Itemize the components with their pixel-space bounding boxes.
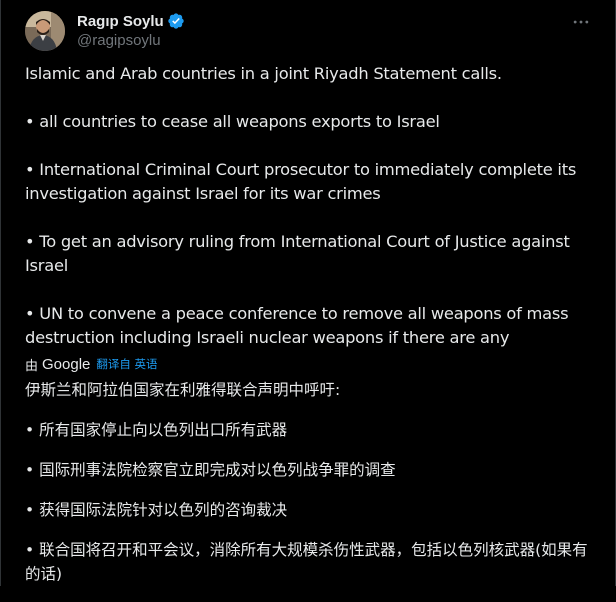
more-horizontal-icon[interactable] <box>569 10 593 34</box>
author-name-row[interactable]: Ragıp Soylu <box>77 11 185 31</box>
author-handle[interactable]: @ragipsoylu <box>77 32 161 49</box>
translated-paragraph: • 联合国将召开和平会议，消除所有大规模杀伤性武器，包括以色列核武器(如果有的话… <box>25 541 588 583</box>
tweet-paragraph: • International Criminal Court prosecuto… <box>25 160 577 203</box>
author-display-name[interactable]: Ragıp Soylu <box>77 13 164 30</box>
translated-paragraph: • 国际刑事法院检察官立即完成对以色列战争罪的调查 <box>25 461 396 479</box>
tweet-paragraph: • To get an advisory ruling from Interna… <box>25 232 570 275</box>
google-logo: Google <box>42 355 91 373</box>
tweet-paragraph: Islamic and Arab countries in a joint Ri… <box>25 64 502 83</box>
avatar[interactable] <box>25 11 65 51</box>
verified-badge-icon[interactable] <box>167 12 185 30</box>
translated-text: 伊斯兰和阿拉伯国家在利雅得联合声明中呼吁: • 所有国家停止向以色列出口所有武器… <box>25 378 591 602</box>
translation-attribution: 由 Google 翻译自 英语 <box>25 355 158 374</box>
translated-paragraph: • 获得国际法院针对以色列的咨询裁决 <box>25 501 288 519</box>
translation-by-label: 由 <box>25 358 39 374</box>
translated-paragraph: 伊斯兰和阿拉伯国家在利雅得联合声明中呼吁: <box>25 381 341 399</box>
tweet-container: Ragıp Soylu @ragipsoylu Islamic and Arab… <box>0 0 616 586</box>
tweet-paragraph: • UN to convene a peace conference to re… <box>25 304 569 347</box>
tweet-paragraph: • all countries to cease all weapons exp… <box>25 112 440 131</box>
tweet-text: Islamic and Arab countries in a joint Ri… <box>25 62 585 350</box>
translated-paragraph: • 所有国家停止向以色列出口所有武器 <box>25 421 288 439</box>
translation-source-link[interactable]: 翻译自 英语 <box>96 356 157 372</box>
